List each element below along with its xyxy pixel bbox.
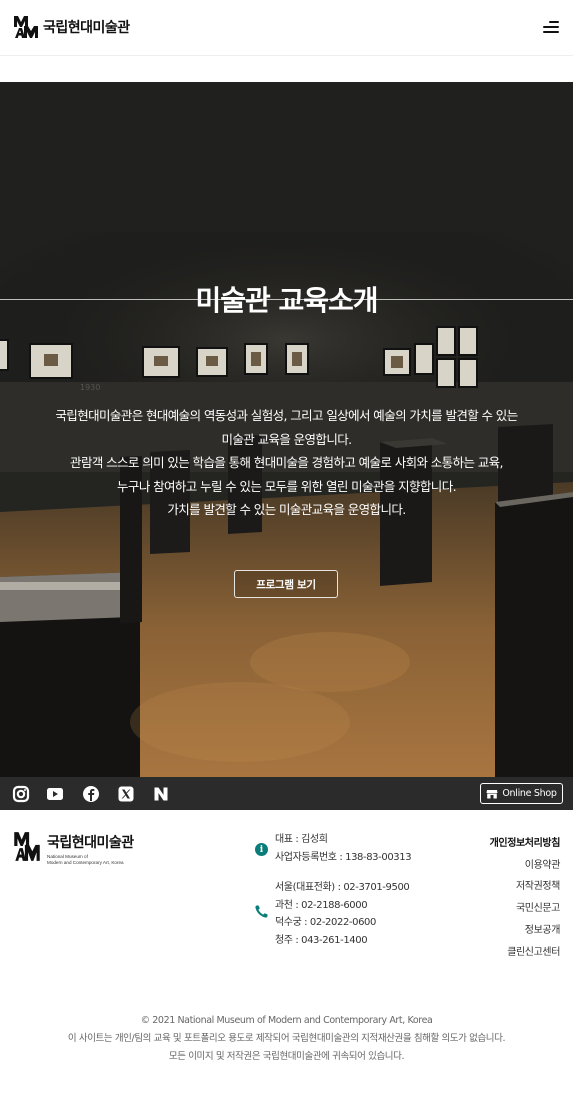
naver-icon[interactable] [152, 785, 170, 803]
hero-description-line: 미술관 교육을 운영합니다. [221, 431, 352, 447]
business-number: 사업자등록번호 : 138-83-00313 [275, 851, 412, 863]
online-shop-label: Online Shop [502, 788, 557, 799]
link-info-disclosure[interactable]: 정보공개 [490, 920, 561, 942]
youtube-icon[interactable] [46, 785, 64, 803]
footer-logo[interactable]: 국립현대미술관 National Museum of Modern and Co… [13, 830, 134, 865]
phone-cheongju: 청주 : 043-261-1400 [275, 934, 368, 946]
link-privacy-policy[interactable]: 개인정보처리방침 [490, 833, 561, 855]
hero-description-line: 국립현대미술관은 현대예술의 역동성과 실험성, 그리고 일상에서 예술의 가치… [55, 408, 518, 423]
hero-description-line: 관람객 스스로 의미 있는 학습을 통해 현대미술을 경험하고 예술로 사회와 … [70, 455, 503, 470]
logo-text: 국립현대미술관 [43, 20, 130, 36]
company-info: 대표 : 김성희 사업자등록번호 : 138-83-00313 [275, 831, 412, 866]
footer-logo-text: 국립현대미술관 [47, 835, 134, 851]
copyright-line: © 2021 National Museum of Modern and Con… [140, 1015, 433, 1026]
phone-icon [255, 905, 268, 918]
instagram-icon[interactable] [12, 785, 30, 803]
hero-description-line: 누구나 참여하고 누릴 수 있는 모두를 위한 열린 미술관을 지향합니다. [117, 478, 457, 494]
hero-title: 미술관 교육소개 [195, 284, 378, 317]
hamburger-menu-icon[interactable] [541, 20, 559, 34]
representative: 대표 : 김성희 [275, 834, 328, 845]
shop-icon [486, 789, 498, 798]
footer-logo-subtitle: National Museum of Modern and Contempora… [47, 854, 134, 865]
phone-seoul: 서울(대표전화) : 02-3701-9500 [275, 882, 410, 893]
link-epeople[interactable]: 국민신문고 [490, 898, 560, 920]
copyright-line: 이 사이트는 개인/팀의 교육 및 포트폴리오 용도로 제작되어 국립현대미술관… [67, 1033, 506, 1044]
view-program-button[interactable]: 프로그램 보기 [234, 570, 338, 598]
hero-section: 1930 미술관 교육소개 국립현대미술관은 현대예술의 역동성과 실험성, 그… [0, 82, 573, 777]
phone-numbers: 서울(대표전화) : 02-3701-9500 과천 : 02-2188-600… [275, 879, 410, 949]
copyright-line: 모든 이미지 및 저작권은 국립현대미술관에 귀속되어 있습니다. [168, 1051, 405, 1062]
hero-description-line: 가치를 발견할 수 있는 미술관교육을 운영합니다. [167, 502, 406, 517]
link-copyright-policy[interactable]: 저작권정책 [490, 876, 560, 898]
site-header: 국립현대미술관 [0, 0, 573, 56]
site-logo[interactable]: 국립현대미술관 [13, 14, 130, 40]
svg-text:1930: 1930 [80, 383, 100, 392]
online-shop-button[interactable]: Online Shop [480, 783, 563, 804]
link-terms[interactable]: 이용약관 [490, 855, 561, 877]
social-bar: Online Shop [0, 777, 573, 810]
facebook-icon[interactable] [82, 785, 100, 803]
x-icon[interactable] [117, 785, 135, 803]
phone-deoksugung: 덕수궁 : 02-2022-0600 [275, 917, 376, 928]
footer-logo-subtitle-line: Modern and Contemporary Art, Korea [47, 859, 124, 865]
mmca-logo-icon [14, 16, 38, 38]
hero-description: 국립현대미술관은 현대예술의 역동성과 실험성, 그리고 일상에서 예술의 가치… [20, 404, 553, 522]
info-icon: i [255, 843, 268, 856]
link-clean-report[interactable]: 클린신고센터 [490, 942, 560, 964]
copyright: © 2021 National Museum of Modern and Con… [0, 1012, 573, 1066]
mmca-logo-icon [14, 832, 40, 861]
phone-gwacheon: 과천 : 02-2188-6000 [275, 899, 368, 911]
footer-links: 개인정보처리방침 이용약관 저작권정책 국민신문고 정보공개 클린신고센터 [490, 833, 561, 964]
